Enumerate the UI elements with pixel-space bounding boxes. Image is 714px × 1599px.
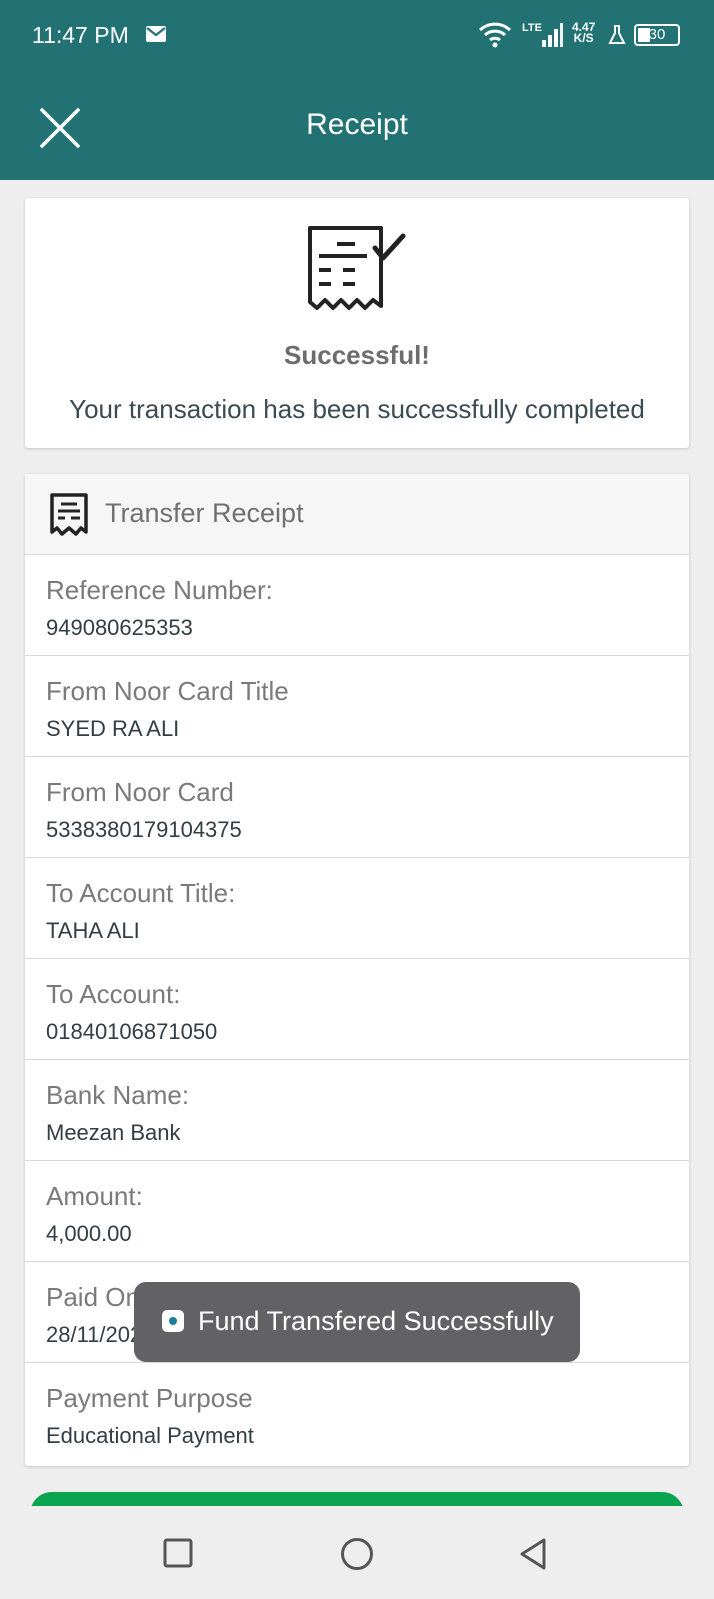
row-value: TAHA ALI — [46, 918, 140, 943]
row-value: Educational Payment — [46, 1423, 254, 1448]
row-value: 949080625353 — [46, 615, 193, 640]
recent-apps-icon[interactable] — [163, 1538, 193, 1568]
receipt-header: Transfer Receipt — [25, 474, 689, 554]
detail-row-reference-number: Reference Number: 949080625353 — [25, 554, 689, 655]
success-title: Successful! — [284, 340, 430, 370]
receipt-icon — [50, 493, 88, 536]
receipt-title: Transfer Receipt — [105, 498, 304, 528]
row-value: Meezan Bank — [46, 1120, 181, 1145]
row-label: To Account: — [46, 979, 181, 1009]
row-label: Amount: — [46, 1181, 143, 1211]
wifi-icon — [478, 22, 512, 48]
status-icons: LTE 4.47 K/S 30 — [474, 18, 714, 54]
success-card: Successful! Your transaction has been su… — [25, 198, 689, 448]
detail-row-to-account: To Account: 01840106871050 — [25, 958, 689, 1059]
toast-message: Fund Transfered Successfully — [198, 1306, 554, 1336]
toast-notification: Fund Transfered Successfully — [134, 1282, 580, 1362]
row-label: From Noor Card — [46, 777, 234, 807]
detail-row-from-card-title: From Noor Card Title SYED RA ALI — [25, 655, 689, 756]
network-label: LTE — [522, 22, 542, 34]
row-label: To Account Title: — [46, 878, 236, 908]
home-icon[interactable] — [340, 1537, 374, 1571]
row-label: Payment Purpose — [46, 1383, 253, 1413]
detail-row-to-account-title: To Account Title: TAHA ALI — [25, 857, 689, 958]
row-value: 5338380179104375 — [46, 817, 242, 842]
battery-icon: 30 — [634, 24, 680, 46]
battery-level: 30 — [648, 26, 666, 43]
page-title: Receipt — [306, 108, 408, 141]
mail-icon — [146, 26, 166, 42]
row-label: Paid On: — [46, 1282, 148, 1312]
system-nav-bar — [0, 1506, 714, 1599]
network-speed: 4.47 K/S — [572, 21, 595, 45]
row-label: From Noor Card Title — [46, 676, 289, 706]
receipt-check-icon — [308, 226, 406, 310]
app-header: 11:47 PM LTE 4.47 K/S 30 Receipt — [0, 0, 714, 180]
row-label: Bank Name: — [46, 1080, 190, 1110]
detail-row-payment-purpose: Payment Purpose Educational Payment — [25, 1362, 689, 1463]
status-time: 11:47 PM — [32, 22, 129, 48]
row-value: 01840106871050 — [46, 1019, 218, 1044]
row-label: Reference Number: — [46, 575, 273, 605]
detail-row-amount: Amount: 4,000.00 — [25, 1160, 689, 1261]
row-value: 4,000.00 — [46, 1221, 132, 1246]
row-value: SYED RA ALI — [46, 716, 180, 741]
detail-row-bank-name: Bank Name: Meezan Bank — [25, 1059, 689, 1160]
status-bar: 11:47 PM LTE 4.47 K/S 30 — [0, 0, 714, 72]
speed-unit: K/S — [573, 31, 594, 45]
detail-row-from-card: From Noor Card 5338380179104375 — [25, 756, 689, 857]
flask-icon — [608, 25, 626, 44]
signal-icon: LTE — [522, 22, 563, 47]
success-message: Your transaction has been successfully c… — [69, 394, 645, 424]
back-icon[interactable] — [518, 1537, 548, 1571]
app-icon — [162, 1310, 184, 1332]
